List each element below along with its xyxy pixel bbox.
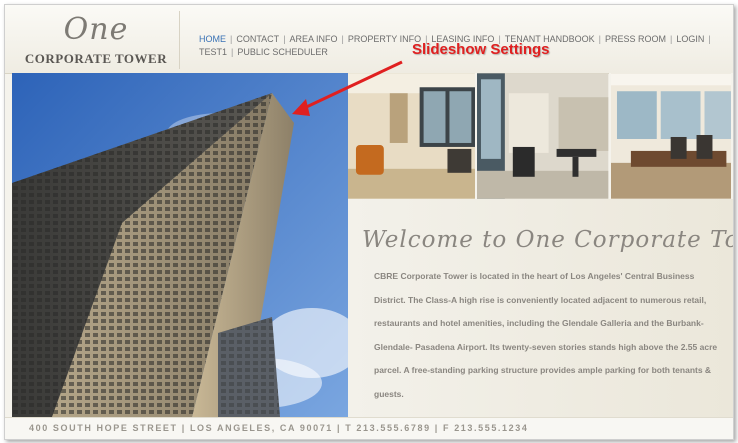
- logo-subtitle: CORPORATE TOWER: [24, 51, 168, 66]
- nav-item-area-info[interactable]: AREA INFO: [290, 34, 338, 44]
- site-footer: 400 SOUTH HOPE STREET | LOS ANGELES, CA …: [5, 417, 733, 439]
- nav-separator: |: [341, 34, 344, 44]
- site-logo[interactable]: One CORPORATE TOWER: [13, 11, 180, 69]
- nav-separator: |: [598, 34, 601, 44]
- nav-separator: |: [708, 34, 711, 44]
- logo-script-text: One: [63, 12, 129, 47]
- interior-photo-office[interactable]: [477, 73, 611, 199]
- nav-item-contact[interactable]: CONTACT: [236, 34, 279, 44]
- welcome-body-text: CBRE Corporate Tower is located in the h…: [374, 271, 718, 399]
- nav-separator: |: [283, 34, 286, 44]
- nav-separator: |: [230, 34, 233, 44]
- interior-photo-conference[interactable]: [610, 73, 733, 199]
- page-frame: One CORPORATE TOWER HOME | CONTACT | AREA IN…: [4, 4, 734, 440]
- footer-address: 400 SOUTH HOPE STREET | LOS ANGELES, CA …: [29, 423, 529, 433]
- interior-photos-strip: [348, 73, 733, 199]
- nav-item-home[interactable]: HOME: [199, 34, 226, 44]
- welcome-panel: Welcome to One Corporate Tower CBRE Corp…: [348, 199, 733, 417]
- nav-item-test1[interactable]: TEST1: [199, 47, 227, 57]
- slideshow-tower-image[interactable]: [12, 73, 348, 417]
- interior-photo-lobby[interactable]: [348, 73, 478, 199]
- nav-item-press-room[interactable]: PRESS ROOM: [605, 34, 666, 44]
- nav-item-public-scheduler[interactable]: PUBLIC SCHEDULER: [237, 47, 328, 57]
- nav-item-login[interactable]: LOGIN: [676, 34, 704, 44]
- nav-separator: |: [231, 47, 234, 57]
- welcome-heading: Welcome to One Corporate Tower: [362, 227, 733, 253]
- site-header: One CORPORATE TOWER HOME | CONTACT | AREA IN…: [5, 5, 733, 74]
- nav-separator: |: [670, 34, 673, 44]
- nav-item-property-info[interactable]: PROPERTY INFO: [348, 34, 421, 44]
- slideshow-settings-callout: Slideshow Settings: [412, 41, 550, 58]
